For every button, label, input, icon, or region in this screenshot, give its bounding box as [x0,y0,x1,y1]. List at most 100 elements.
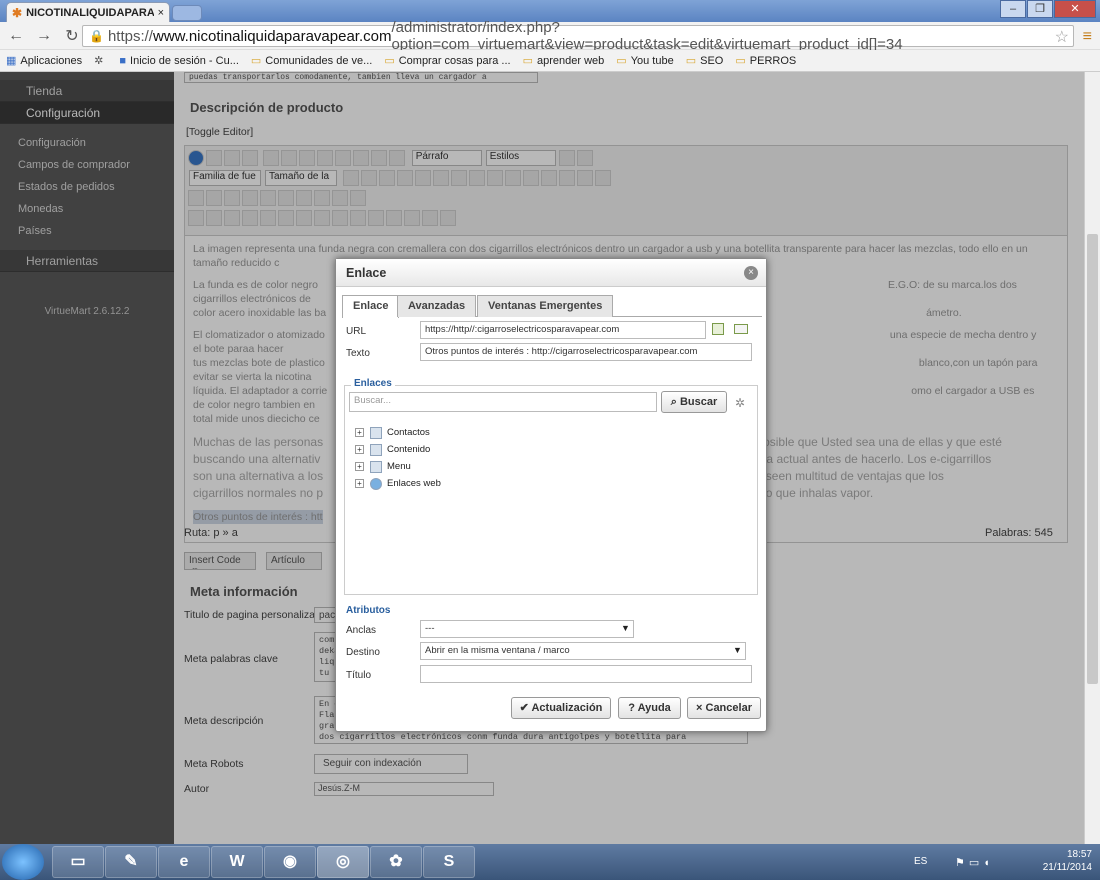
folder-icon: ▭ [384,55,395,67]
folder-icon: ▭ [735,55,746,67]
chrome-icon[interactable]: ◎ [317,846,369,878]
browser-tab[interactable]: ✱ NICOTINALIQUIDAPARAV × [6,2,170,22]
messenger-icon[interactable]: ✿ [370,846,422,878]
cancel-button[interactable]: × Cancelar [687,697,761,719]
url-host: www.nicotinaliquidaparavapear.com [152,27,392,45]
gear-icon[interactable]: ✲ [735,396,745,410]
expand-icon[interactable]: + [355,479,364,488]
contacts-icon [370,426,382,439]
expand-icon[interactable]: + [355,445,364,454]
reload-icon[interactable]: ↻ [60,26,84,46]
lock-icon: 🔒 [89,29,104,43]
firefox-icon[interactable]: ◉ [264,846,316,878]
bookmark-folder[interactable]: ▭ aprender web [522,54,605,68]
url-label: URL [346,326,367,337]
url-prefix: https:// [107,27,153,45]
tree-item-enlaces-web[interactable]: + Enlaces web [355,475,441,492]
links-search-input[interactable]: Buscar... [349,392,657,412]
anchors-select[interactable]: --- [420,620,634,638]
browse-icon[interactable] [712,323,724,335]
bookmark-folder[interactable]: ▭ PERROS [735,54,796,68]
gear-icon: ✲ [94,55,104,67]
tab-enlace[interactable]: Enlace [342,295,400,318]
bookmarks-bar: ▦ Aplicaciones ✲ ■ Inicio de sesión - Cu..… [0,50,1100,72]
search-icon: ⌕ [670,396,680,408]
minimize-button[interactable]: – [1000,0,1026,18]
close-icon: × [696,702,706,714]
bookmark-apps[interactable]: ▦ Aplicaciones [6,54,82,68]
title-label: Título [346,670,372,681]
language-indicator[interactable]: ES [914,856,927,867]
back-icon[interactable]: ← [4,27,28,45]
text-input[interactable]: Otros puntos de interés : http://cigarro… [420,343,752,361]
word-icon[interactable]: W [211,846,263,878]
explorer-icon[interactable]: ▭ [52,846,104,878]
forward-icon[interactable]: → [32,27,56,45]
links-fieldset: Enlaces Buscar... ⌕ Buscar ✲ + Contactos … [344,378,758,595]
check-icon: ✔ [519,702,532,714]
content-icon [370,443,382,456]
tree-item-contenido[interactable]: + Contenido [355,441,441,458]
bookmark-login[interactable]: ■ Inicio de sesión - Cu... [119,55,239,67]
dialog-title: Enlace [336,259,766,287]
chevron-down-icon: ▼ [733,645,742,655]
text-label: Texto [346,348,370,359]
scrollbar-thumb[interactable] [1087,234,1098,684]
help-button[interactable]: ? Ayuda [618,697,681,719]
link-dialog: Enlace × Enlace Avanzadas Ventanas Emerg… [335,258,767,732]
anchors-label: Anclas [346,625,377,636]
target-select[interactable]: Abrir en la misma ventana / marco [420,642,746,660]
links-tree: + Contactos + Contenido + Menu + Enlaces web [355,424,441,492]
page-scrollbar[interactable] [1084,72,1100,844]
folder-icon: ▭ [250,55,262,67]
bookmark-star-icon[interactable]: ☆ [1055,27,1069,47]
clock[interactable]: 18:57 21/11/2014 [1043,848,1092,874]
target-label: Destino [346,647,380,658]
tab-title: NICOTINALIQUIDAPARAV [26,6,154,19]
joomla-favicon-icon: ✱ [12,5,23,20]
tree-item-menu[interactable]: + Menu [355,458,441,475]
dialog-tabs: Enlace Avanzadas Ventanas Emergentes [342,293,762,318]
browser-toolbar: ← → ↻ 🔒 https://www.nicotinaliquidaparav… [0,19,1100,53]
bookmark-folder[interactable]: ▭ Comprar cosas para ... [384,54,510,68]
close-window-button[interactable]: ✕ [1054,0,1096,18]
url-input[interactable]: https://http//:cigarroselectricosparavap… [420,321,706,339]
maximize-button[interactable]: ❐ [1027,0,1053,18]
tab-ventanas[interactable]: Ventanas Emergentes [477,295,614,317]
apps-grid-icon: ▦ [6,55,17,67]
bookmark-folder[interactable]: ▭ SEO [685,54,724,68]
tab-avanzadas[interactable]: Avanzadas [397,295,477,317]
chrome-menu-icon[interactable]: ≡ [1083,28,1092,46]
attributes-legend: Atributos [346,605,391,616]
question-icon: ? [628,702,638,714]
folder-icon: ▭ [685,55,697,67]
update-button[interactable]: ✔ Actualización [511,697,611,719]
email-icon[interactable] [734,324,748,334]
ie-icon[interactable]: e [158,846,210,878]
skype-icon[interactable]: S [423,846,475,878]
close-icon[interactable]: × [744,266,758,280]
globe-icon [370,477,382,490]
url-path: /administrator/index.php?option=com_virt… [391,19,903,53]
close-tab-icon[interactable]: × [158,7,164,19]
links-legend: Enlaces [351,378,395,389]
folder-icon: ▭ [616,55,627,67]
bookmark-folder[interactable]: ▭ You tube [616,54,673,68]
chevron-down-icon: ▼ [621,623,630,633]
gimp-icon[interactable]: ✎ [105,846,157,878]
expand-icon[interactable]: + [355,462,364,471]
address-bar[interactable]: 🔒 https://www.nicotinaliquidaparavapear.… [82,19,1074,53]
start-button[interactable] [2,844,44,880]
menu-icon [370,460,382,473]
bookmark-settings[interactable]: ✲ [94,54,107,67]
page-icon: ■ [119,54,127,67]
search-button[interactable]: ⌕ Buscar [661,391,727,413]
tray-icons[interactable]: ⚑▭◖ [955,856,994,869]
folder-icon: ▭ [522,55,533,67]
title-input[interactable] [420,665,752,683]
tree-item-contactos[interactable]: + Contactos [355,424,441,441]
bookmark-folder[interactable]: ▭ Comunidades de ve... [250,54,372,68]
expand-icon[interactable]: + [355,428,364,437]
windows-taskbar: ▭ ✎ e W ◉ ◎ ✿ S ES ⚑▭◖ 18:57 21/11/2014 [0,844,1100,880]
new-tab-button[interactable] [172,5,202,21]
